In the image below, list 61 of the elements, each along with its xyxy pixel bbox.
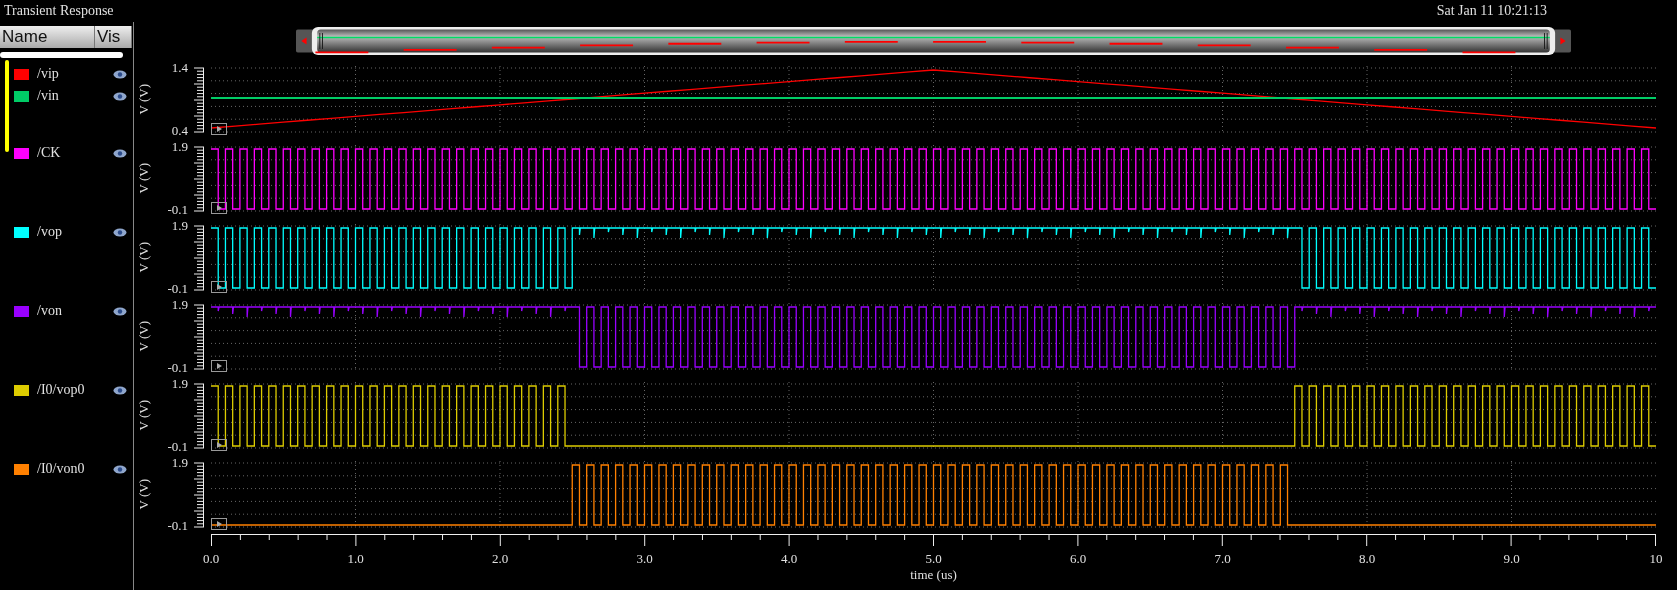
tick-label: 3.0 xyxy=(636,551,653,567)
axis-label: V (V) xyxy=(136,479,152,510)
column-header[interactable]: Vis xyxy=(95,26,132,48)
eye-icon[interactable] xyxy=(113,306,127,316)
axis-ruler xyxy=(192,460,204,529)
tick-label: 8.0 xyxy=(1358,551,1376,567)
signal-name[interactable]: /vip xyxy=(37,66,105,82)
tick-label: 0.0 xyxy=(202,551,220,567)
tick-label: 1.9 xyxy=(171,455,188,471)
signal-name[interactable]: /von xyxy=(37,303,105,319)
signal-name[interactable]: /vop xyxy=(37,224,105,240)
play-icon[interactable] xyxy=(211,518,227,530)
tick-label: -0.1 xyxy=(167,281,188,297)
axis-ruler xyxy=(192,144,204,213)
eye-icon[interactable] xyxy=(113,385,127,395)
axis-label: V (V) xyxy=(136,400,152,431)
axis-label: V (V) xyxy=(136,163,152,194)
tick-label: 2.0 xyxy=(491,551,509,567)
axis-ruler xyxy=(192,65,204,134)
axis-label: V (V) xyxy=(136,84,152,115)
axis-label: V (V) xyxy=(136,321,152,352)
tick-label: 1.9 xyxy=(171,139,188,155)
play-icon[interactable] xyxy=(211,281,227,293)
signal-name[interactable]: /vin xyxy=(37,88,105,104)
signal-name[interactable]: /CK xyxy=(37,145,105,161)
clock-text: Sat Jan 11 10:21:13 xyxy=(1436,3,1547,19)
tick-label: 1.0 xyxy=(347,551,364,567)
tick-label: 1.9 xyxy=(171,297,188,313)
tick-label: 1.9 xyxy=(171,376,188,392)
window-title: Transient Response xyxy=(4,3,114,19)
tick-label: -0.1 xyxy=(167,439,188,455)
scrollbar[interactable] xyxy=(0,52,123,58)
axis-ruler xyxy=(192,302,204,371)
axis-label: time (us) xyxy=(910,567,957,583)
play-icon[interactable] xyxy=(211,202,227,214)
tick-label: 1.4 xyxy=(171,60,188,76)
eye-icon[interactable] xyxy=(113,227,127,237)
column-header[interactable]: Name xyxy=(0,26,95,48)
play-icon[interactable] xyxy=(211,360,227,372)
eye-icon[interactable] xyxy=(113,69,127,79)
tick-label: 0.4 xyxy=(171,123,188,139)
tick-label: 4.0 xyxy=(780,551,798,567)
axis-ruler xyxy=(192,381,204,450)
tick-label: 9.0 xyxy=(1503,551,1520,567)
tick-label: 5.0 xyxy=(925,551,942,567)
axis-ruler xyxy=(192,223,204,292)
tick-label: -0.1 xyxy=(167,360,188,376)
tick-label: 10 xyxy=(1649,551,1663,567)
tick-label: -0.1 xyxy=(167,202,188,218)
play-icon[interactable] xyxy=(211,123,227,135)
axis-label: V (V) xyxy=(136,242,152,273)
signal-name[interactable]: /I0/von0 xyxy=(37,461,105,477)
eye-icon[interactable] xyxy=(113,464,127,474)
eye-icon[interactable] xyxy=(113,91,127,101)
play-icon[interactable] xyxy=(211,439,227,451)
tick-label: 7.0 xyxy=(1214,551,1231,567)
eye-icon[interactable] xyxy=(113,148,127,158)
tick-label: -0.1 xyxy=(167,518,188,534)
tick-label: 1.9 xyxy=(171,218,188,234)
tick-label: 6.0 xyxy=(1069,551,1087,567)
signal-name[interactable]: /I0/vop0 xyxy=(37,382,105,398)
